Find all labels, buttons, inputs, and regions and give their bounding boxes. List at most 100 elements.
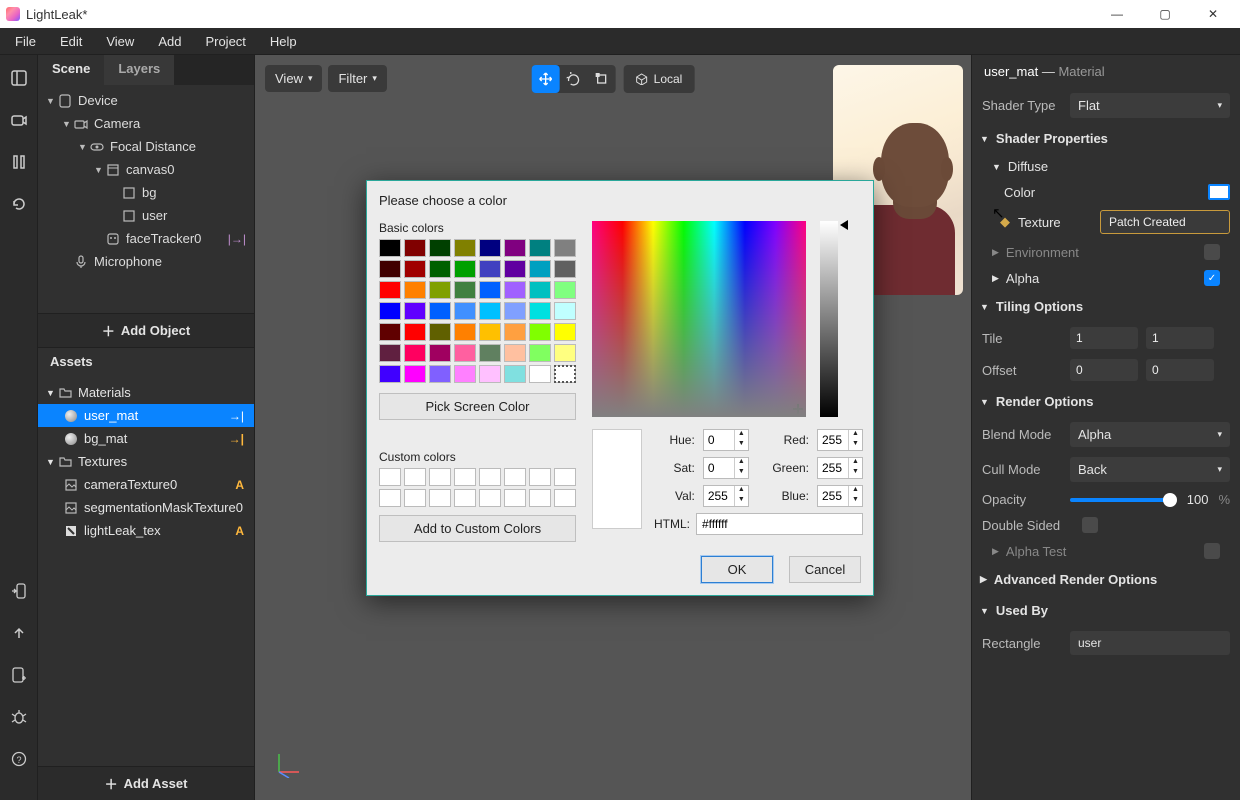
basic-swatch[interactable] (529, 260, 551, 278)
basic-swatch[interactable] (379, 260, 401, 278)
blue-input[interactable]: ▲▼ (817, 485, 863, 507)
basic-swatch[interactable] (479, 260, 501, 278)
basic-swatch[interactable] (504, 344, 526, 362)
basic-swatch[interactable] (404, 302, 426, 320)
asset-row[interactable]: ▼Materials (38, 381, 254, 404)
bug-icon[interactable] (10, 708, 28, 726)
alpha-checkbox[interactable]: ✓ (1204, 270, 1220, 286)
camera-icon[interactable] (10, 111, 28, 129)
offset-x-input[interactable]: 0 (1070, 359, 1138, 381)
basic-swatch[interactable] (479, 302, 501, 320)
basic-swatch[interactable] (529, 344, 551, 362)
basic-swatch[interactable] (479, 365, 501, 383)
tree-row[interactable]: ▼Focal Distance (38, 135, 254, 158)
maximize-button[interactable]: ▢ (1144, 0, 1186, 28)
add-file-icon[interactable] (10, 666, 28, 684)
tab-layers[interactable]: Layers (104, 55, 174, 85)
rotate-tool-icon[interactable] (560, 65, 588, 93)
blend-select[interactable]: Alpha▾ (1070, 422, 1230, 447)
basic-swatch[interactable] (504, 281, 526, 299)
basic-swatch[interactable] (504, 365, 526, 383)
basic-swatch[interactable] (454, 344, 476, 362)
offset-y-input[interactable]: 0 (1146, 359, 1214, 381)
basic-swatch[interactable] (404, 344, 426, 362)
basic-swatch[interactable] (554, 323, 576, 341)
cancel-button[interactable]: Cancel (789, 556, 861, 583)
menu-project[interactable]: Project (196, 31, 254, 52)
used-by-section[interactable]: ▼Used By (972, 595, 1240, 626)
double-sided-checkbox[interactable] (1082, 517, 1098, 533)
diffuse-section[interactable]: ▼Diffuse (972, 154, 1240, 179)
used-by-value[interactable]: user (1070, 631, 1230, 655)
close-button[interactable]: ✕ (1192, 0, 1234, 28)
tree-row[interactable]: Microphone (38, 250, 254, 273)
basic-swatch[interactable] (429, 344, 451, 362)
basic-swatch[interactable] (529, 302, 551, 320)
value-slider[interactable] (820, 221, 838, 417)
basic-swatch[interactable] (454, 323, 476, 341)
view-dropdown[interactable]: View▾ (265, 65, 322, 92)
asset-row[interactable]: ▼Textures (38, 450, 254, 473)
tree-row[interactable]: faceTracker0|→| (38, 227, 254, 250)
basic-swatch[interactable] (479, 323, 501, 341)
basic-swatch[interactable] (379, 344, 401, 362)
basic-swatch[interactable] (454, 260, 476, 278)
basic-swatch[interactable] (554, 260, 576, 278)
basic-swatch[interactable] (454, 365, 476, 383)
minimize-button[interactable]: — (1096, 0, 1138, 28)
tree-row[interactable]: ▼Device (38, 89, 254, 112)
color-swatch[interactable] (1208, 184, 1230, 200)
send-to-phone-icon[interactable] (10, 582, 28, 600)
hue-input[interactable]: ▲▼ (703, 429, 749, 451)
refresh-icon[interactable] (10, 195, 28, 213)
basic-swatch[interactable] (554, 302, 576, 320)
basic-swatch[interactable] (379, 281, 401, 299)
tree-row[interactable]: ▼Camera (38, 112, 254, 135)
environment-checkbox[interactable] (1204, 244, 1220, 260)
basic-swatch[interactable] (529, 239, 551, 257)
basic-swatch[interactable] (529, 323, 551, 341)
help-icon[interactable]: ? (10, 750, 28, 768)
basic-swatch[interactable] (554, 281, 576, 299)
basic-swatch[interactable] (379, 239, 401, 257)
cull-select[interactable]: Back▾ (1070, 457, 1230, 482)
asset-row[interactable]: user_mat→| (38, 404, 254, 427)
advanced-section[interactable]: ▶Advanced Render Options (972, 564, 1240, 595)
asset-row[interactable]: segmentationMaskTexture0 (38, 496, 254, 519)
move-tool-icon[interactable] (532, 65, 560, 93)
tiling-section[interactable]: ▼Tiling Options (972, 291, 1240, 322)
basic-swatch[interactable] (529, 281, 551, 299)
add-to-custom-button[interactable]: Add to Custom Colors (379, 515, 576, 542)
basic-swatch[interactable] (429, 260, 451, 278)
tree-row[interactable]: user (38, 204, 254, 227)
tab-scene[interactable]: Scene (38, 55, 104, 85)
basic-swatch[interactable] (379, 323, 401, 341)
environment-section[interactable]: ▶Environment (972, 239, 1240, 265)
red-input[interactable]: ▲▼ (817, 429, 863, 451)
basic-swatch[interactable] (429, 365, 451, 383)
basic-swatch[interactable] (479, 239, 501, 257)
pause-icon[interactable] (10, 153, 28, 171)
green-input[interactable]: ▲▼ (817, 457, 863, 479)
tree-row[interactable]: ▼canvas0 (38, 158, 254, 181)
add-asset-button[interactable]: ＋Add Asset (38, 766, 254, 800)
basic-swatch[interactable] (379, 302, 401, 320)
sat-input[interactable]: ▲▼ (703, 457, 749, 479)
val-input[interactable]: ▲▼ (703, 485, 749, 507)
menu-add[interactable]: Add (149, 31, 190, 52)
basic-swatch[interactable] (554, 344, 576, 362)
menu-edit[interactable]: Edit (51, 31, 91, 52)
basic-swatch[interactable] (504, 302, 526, 320)
basic-swatch[interactable] (379, 365, 401, 383)
alpha-test-section[interactable]: ▶Alpha Test (972, 538, 1240, 564)
sv-picker[interactable] (592, 221, 806, 417)
basic-swatch[interactable] (529, 365, 551, 383)
basic-swatch[interactable] (404, 281, 426, 299)
menu-view[interactable]: View (97, 31, 143, 52)
basic-swatch[interactable] (454, 302, 476, 320)
shader-type-select[interactable]: Flat▾ (1070, 93, 1230, 118)
tile-x-input[interactable]: 1 (1070, 327, 1138, 349)
basic-swatch[interactable] (404, 365, 426, 383)
html-input[interactable] (696, 513, 863, 535)
basic-swatch[interactable] (504, 239, 526, 257)
